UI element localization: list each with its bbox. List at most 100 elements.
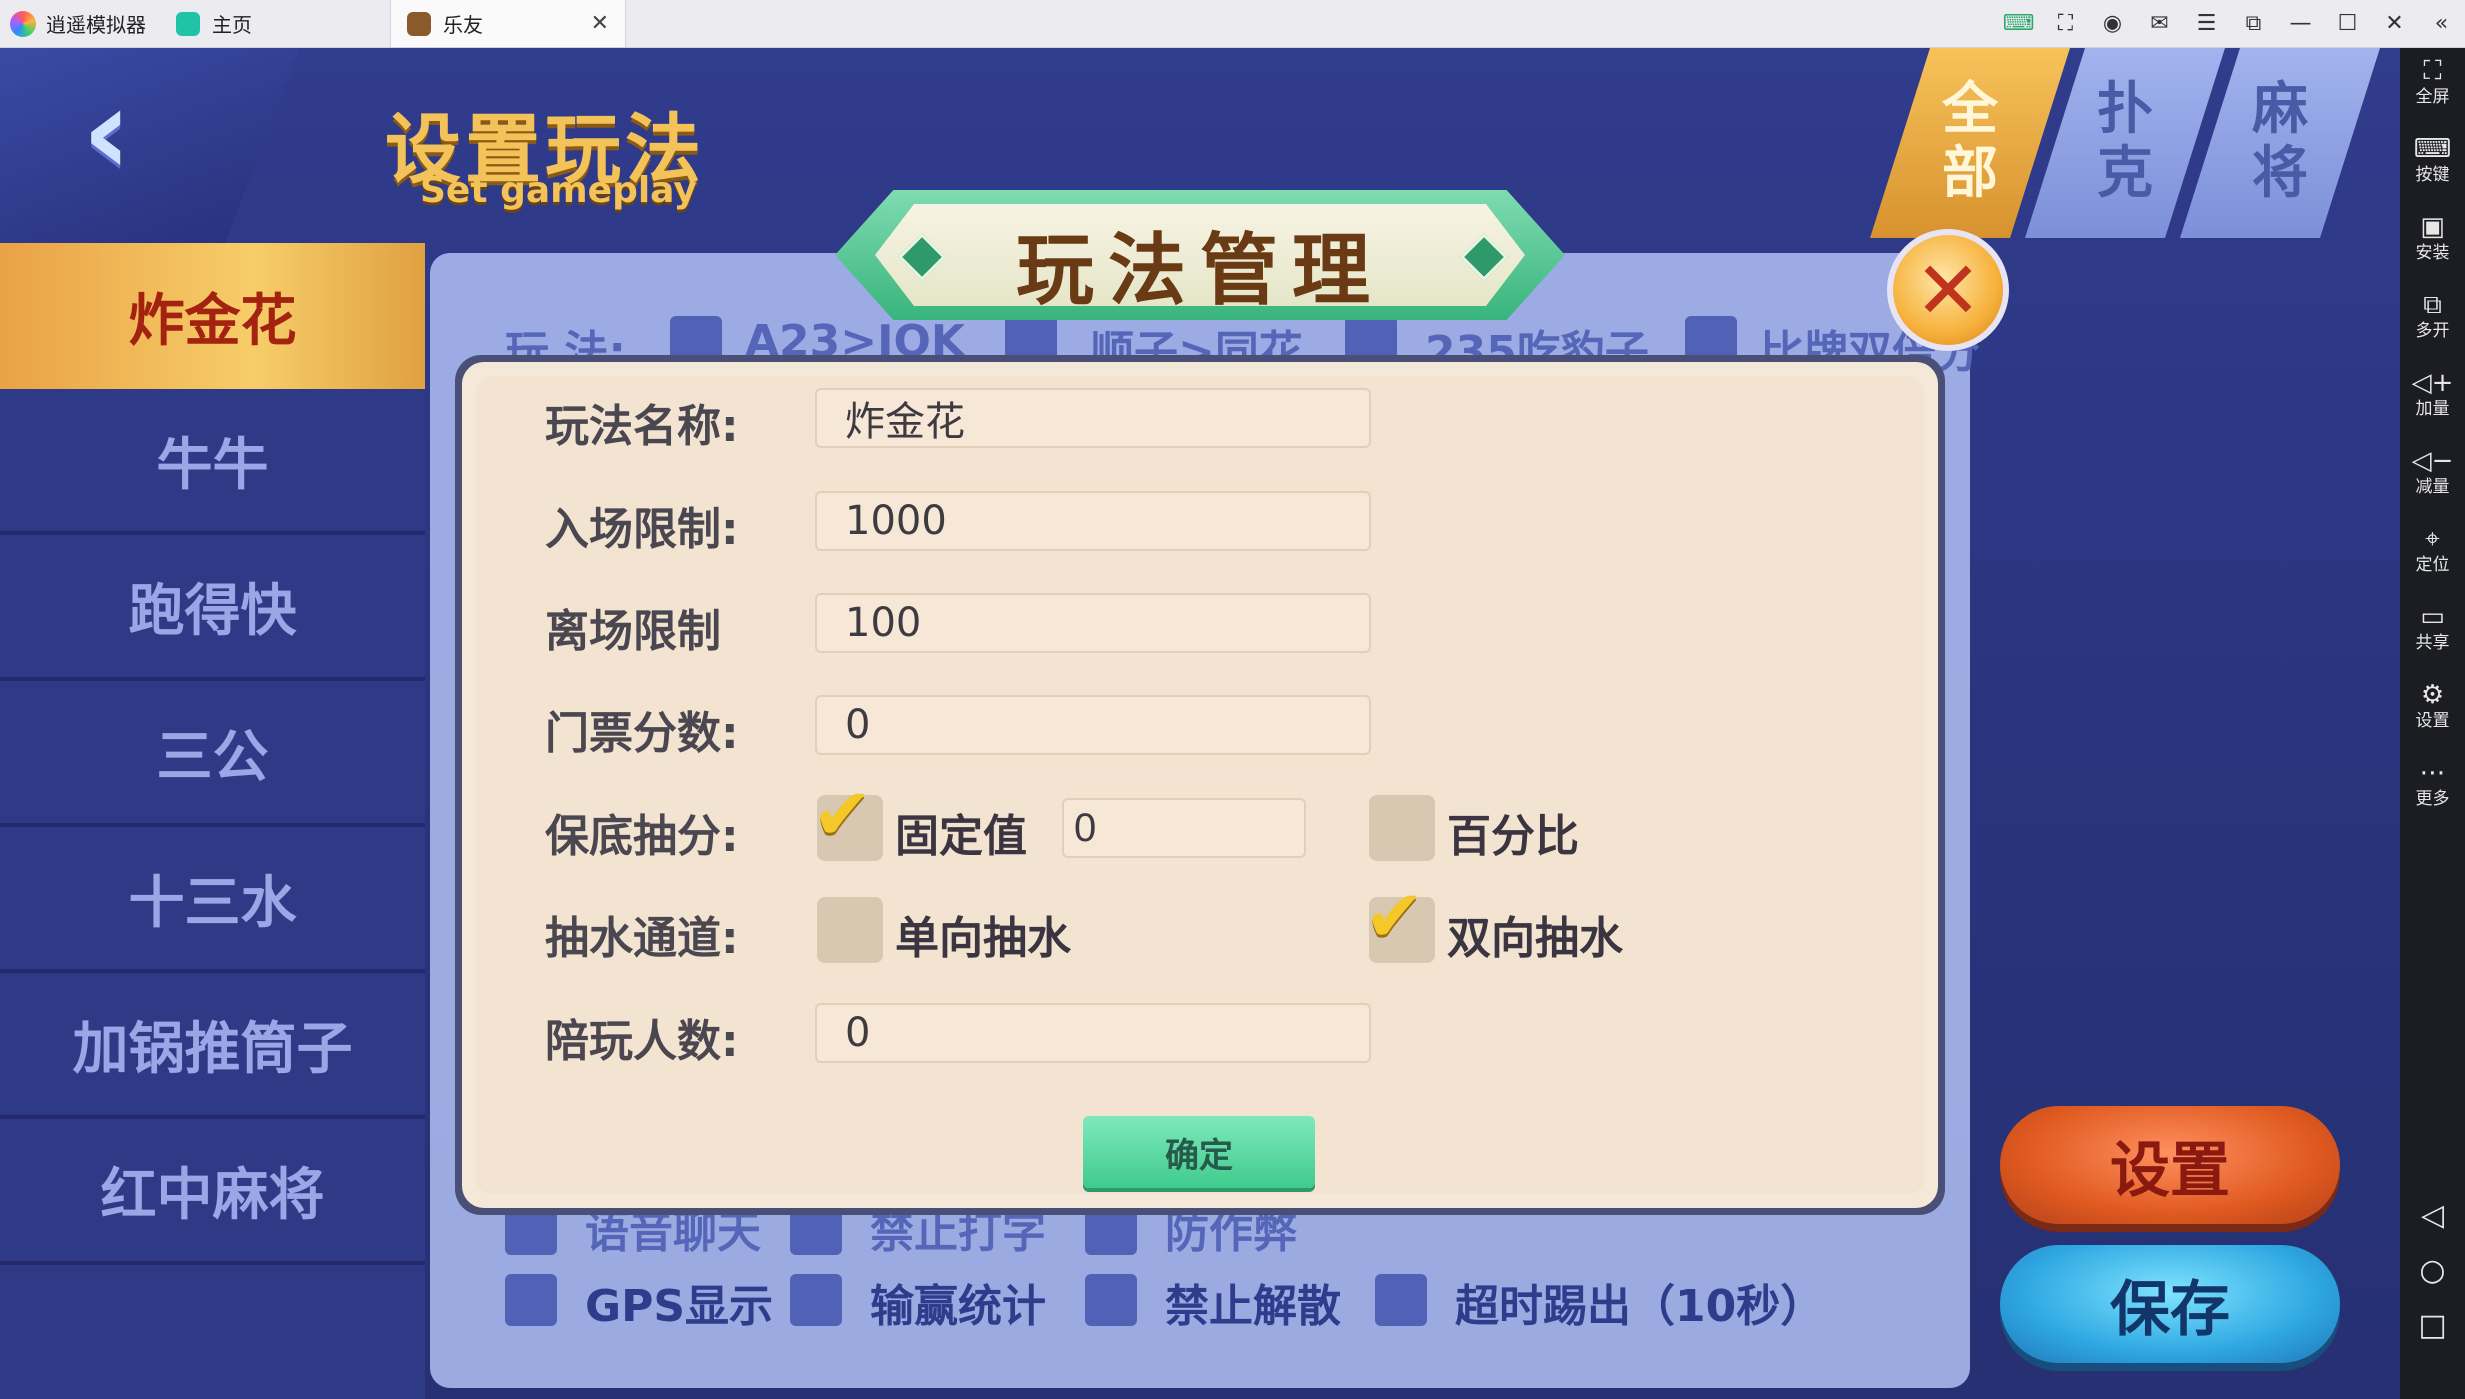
fullscreen-icon: ⛶ (2423, 56, 2442, 86)
modal-title-banner: 玩法管理 (835, 190, 1565, 320)
app-brand: 逍遥模拟器 (10, 0, 146, 47)
category-tab-poker-label: 扑克 (2097, 77, 2153, 206)
companion-count-input[interactable] (815, 1003, 1371, 1063)
gameplay-name-label: 玩法名称: (545, 401, 739, 452)
confirm-button[interactable]: 确定 (1083, 1116, 1315, 1188)
save-button[interactable]: 保存 (2000, 1245, 2340, 1363)
sidebar-item-fullscreen[interactable]: ⛶ 全屏 (2400, 56, 2465, 108)
win-loss-stats-label: 输赢统计 (870, 1281, 1046, 1332)
two-way-rake-label: 双向抽水 (1447, 913, 1623, 964)
game-item-sangong[interactable]: 三公 (0, 681, 425, 827)
nav-home-icon[interactable]: ○ (2400, 1253, 2465, 1288)
folder-share-icon: ▭ (2420, 602, 2445, 632)
sidebar-item-multi[interactable]: ⧉ 多开 (2400, 290, 2465, 342)
sidebar-item-label: 更多 (2415, 789, 2450, 809)
volume-down-icon: ◁− (2411, 446, 2454, 476)
nav-recents-icon[interactable]: □ (2400, 1308, 2465, 1343)
tab-leyou[interactable]: 乐友 ✕ (390, 0, 626, 47)
pip-icon[interactable]: ⧉ (2230, 11, 2277, 36)
sidebar-item-volume-up[interactable]: ◁+ 加量 (2400, 368, 2465, 420)
account-icon[interactable]: ◉ (2089, 11, 2136, 36)
tab-leyou-label: 乐友 (443, 13, 483, 37)
leave-limit-label: 离场限制 (545, 606, 721, 657)
no-dissolve-label: 禁止解散 (1165, 1281, 1341, 1332)
category-tab-mahjong-label: 麻将 (2252, 77, 2308, 206)
ticket-score-label: 门票分数: (545, 708, 739, 759)
maximize-icon[interactable]: ☐ (2324, 11, 2371, 36)
sidebar-item-label: 安装 (2415, 243, 2450, 263)
settings-icon: ⚙ (2420, 680, 2445, 710)
mail-icon[interactable]: ✉ (2136, 11, 2183, 36)
close-window-icon[interactable]: ✕ (2371, 11, 2418, 36)
game-item-niuniu[interactable]: 牛牛 (0, 389, 425, 535)
game-item-paodekuai[interactable]: 跑得快 (0, 535, 425, 681)
gameplay-name-input[interactable] (815, 388, 1371, 448)
game-item-zhajinhua[interactable]: 炸金花 (0, 243, 425, 389)
option-checkbox[interactable] (1085, 1274, 1137, 1326)
entry-limit-label: 入场限制: (545, 504, 739, 555)
game-item-hongzhong-mahjong[interactable]: 红中麻将 (0, 1119, 425, 1265)
sidebar-item-volume-down[interactable]: ◁− 减量 (2400, 446, 2465, 498)
category-tab-all-label: 全部 (1942, 77, 1998, 206)
sidebar-item-label: 全屏 (2415, 87, 2450, 107)
sidebar-item-label: 多开 (2415, 321, 2450, 341)
sidebar-item-share[interactable]: ▭ 共享 (2400, 602, 2465, 654)
gps-display-label: GPS显示 (585, 1281, 774, 1332)
game-item-shisanshui[interactable]: 十三水 (0, 827, 425, 973)
game-item-jiaguotuitongzi[interactable]: 加锅推筒子 (0, 973, 425, 1119)
emulator-sidebar: ⛶ 全屏 ⌨ 按键 ▣ 安装 ⧉ 多开 ◁+ 加量 ◁− 减量 ⌖ 定位 ▭ 共享 ⚙ 设置 ⋯ 更… (2400, 48, 2465, 1399)
close-modal-button[interactable]: ✕ (1887, 229, 2009, 351)
home-tab-icon (176, 11, 200, 36)
emulator-titlebar: 逍遥模拟器 主页 乐友 ✕ ⌨ ⛶ ◉ ✉ ☰ ⧉ — ☐ ✕ « (0, 0, 2465, 48)
guarantee-cut-label: 保底抽分: (545, 811, 739, 862)
ticket-score-input[interactable] (815, 695, 1371, 755)
page-subtitle: Set gameplay (420, 170, 697, 211)
entry-limit-input[interactable] (815, 491, 1371, 551)
sidebar-item-label: 减量 (2415, 477, 2450, 497)
collapse-sidebar-icon[interactable]: « (2418, 11, 2465, 36)
option-checkbox[interactable] (1375, 1274, 1427, 1326)
emulator-logo-icon (10, 10, 36, 37)
checkmark-icon: ✔ (1364, 874, 1425, 958)
settings-button[interactable]: 设置 (2000, 1106, 2340, 1224)
fixed-value-input[interactable] (1062, 798, 1306, 858)
app-name: 逍遥模拟器 (46, 13, 146, 37)
sidebar-item-keys[interactable]: ⌨ 按键 (2400, 134, 2465, 186)
sidebar-item-label: 共享 (2415, 633, 2450, 653)
apk-install-icon: ▣ (2420, 212, 2445, 242)
close-tab-icon[interactable]: ✕ (591, 11, 609, 36)
sidebar-item-label: 按键 (2415, 165, 2450, 185)
sidebar-item-settings[interactable]: ⚙ 设置 (2400, 680, 2465, 732)
sidebar-item-label: 设置 (2415, 711, 2450, 731)
menu-icon[interactable]: ☰ (2183, 11, 2230, 36)
sidebar-item-more[interactable]: ⋯ 更多 (2400, 758, 2465, 810)
location-icon: ⌖ (2425, 524, 2440, 554)
one-way-rake-checkbox[interactable] (817, 897, 883, 963)
tab-home[interactable]: 主页 (160, 0, 390, 47)
sidebar-item-location[interactable]: ⌖ 定位 (2400, 524, 2465, 576)
nav-back-icon[interactable]: ◁ (2400, 1198, 2465, 1233)
back-arrow-icon[interactable]: ‹ (82, 73, 182, 193)
tab-home-label: 主页 (212, 13, 252, 37)
volume-up-icon: ◁+ (2411, 368, 2454, 398)
option-checkbox[interactable] (505, 1274, 557, 1326)
more-icon: ⋯ (2419, 758, 2446, 788)
multi-instance-icon: ⧉ (2423, 290, 2442, 320)
fixed-value-label: 固定值 (895, 811, 1027, 862)
window-controls: ⌨ ⛶ ◉ ✉ ☰ ⧉ — ☐ ✕ « (1995, 0, 2465, 47)
keyboard-mapping-icon[interactable]: ⌨ (1995, 11, 2042, 36)
timeout-kick-label: 超时踢出（10秒） (1455, 1281, 1825, 1332)
modal-title: 玩法管理 (1015, 226, 1384, 316)
screenshot-icon[interactable]: ⛶ (2042, 11, 2089, 36)
sidebar-item-label: 定位 (2415, 555, 2450, 575)
percentage-label: 百分比 (1447, 811, 1579, 862)
game-list: 炸金花 牛牛 跑得快 三公 十三水 加锅推筒子 红中麻将 (0, 243, 425, 1399)
companion-count-label: 陪玩人数: (545, 1016, 739, 1067)
sidebar-item-install[interactable]: ▣ 安装 (2400, 212, 2465, 264)
sidebar-item-label: 加量 (2415, 399, 2450, 419)
leave-limit-input[interactable] (815, 593, 1371, 653)
rake-channel-label: 抽水通道: (545, 913, 739, 964)
option-checkbox[interactable] (790, 1274, 842, 1326)
percentage-checkbox[interactable] (1369, 795, 1435, 861)
minimize-icon[interactable]: — (2277, 11, 2324, 36)
